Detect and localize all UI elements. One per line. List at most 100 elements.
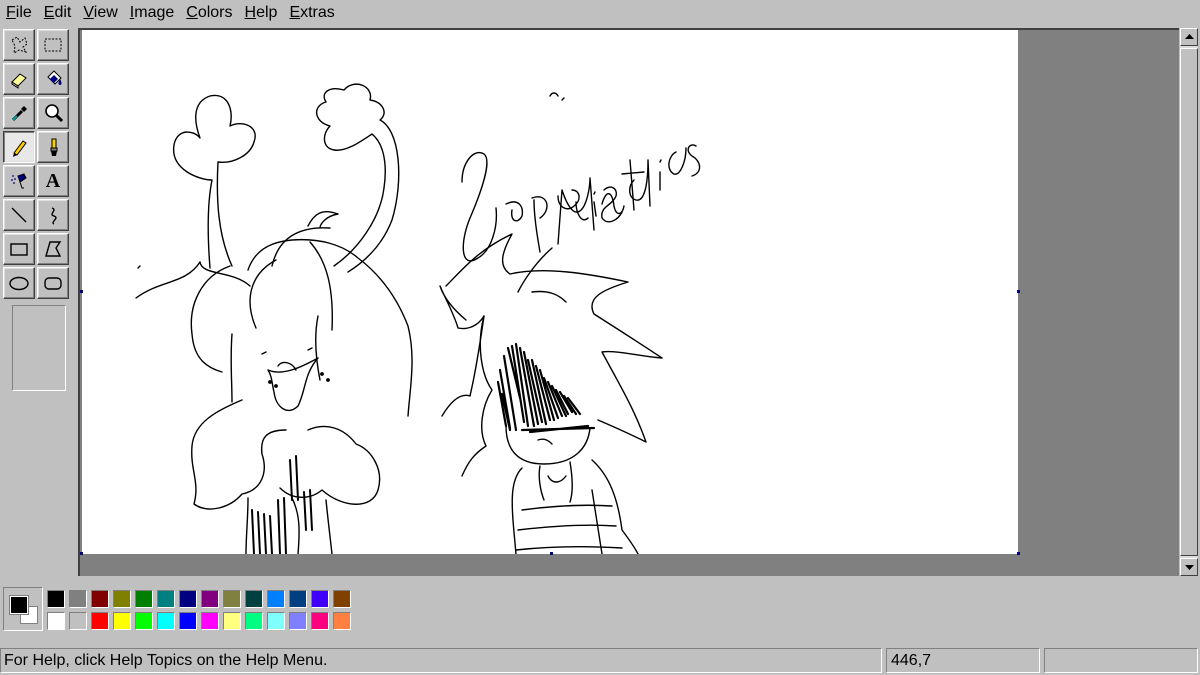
tool-pick-color[interactable] xyxy=(3,97,35,129)
menu-mnemonic: E xyxy=(289,4,301,21)
menu-bar: File Edit View Image Colors Help Extras xyxy=(0,0,1200,26)
drawing-stroke xyxy=(135,261,251,299)
palette-swatch[interactable] xyxy=(267,590,285,608)
rounded-rectangle-icon xyxy=(44,277,62,290)
resize-handle-bottom-left[interactable] xyxy=(80,552,83,555)
palette-swatch[interactable] xyxy=(69,612,87,630)
eyedropper-icon xyxy=(11,106,27,122)
menu-mnemonic: C xyxy=(186,4,198,21)
status-help-text: For Help, click Help Topics on the Help … xyxy=(0,648,882,673)
resize-handle-bottom-right[interactable] xyxy=(1017,552,1020,555)
ellipse-icon xyxy=(9,276,29,291)
drawing-stroke xyxy=(538,461,573,503)
tool-ellipse[interactable] xyxy=(3,267,35,299)
drawing-stroke xyxy=(279,425,381,505)
palette-swatch[interactable] xyxy=(289,612,307,630)
palette-swatch[interactable] xyxy=(289,590,307,608)
palette-swatch[interactable] xyxy=(113,590,131,608)
status-size xyxy=(1044,648,1198,673)
palette-swatch[interactable] xyxy=(245,590,263,608)
palette-swatch[interactable] xyxy=(157,590,175,608)
palette-swatch[interactable] xyxy=(113,612,131,630)
status-bar: For Help, click Help Topics on the Help … xyxy=(0,646,1200,675)
palette-swatch[interactable] xyxy=(245,612,263,630)
menu-label: ile xyxy=(15,4,32,21)
palette-swatch[interactable] xyxy=(311,612,329,630)
resize-handle-left-middle[interactable] xyxy=(80,290,83,293)
menu-label: xtras xyxy=(300,4,335,21)
palette-swatch[interactable] xyxy=(69,590,87,608)
palette-swatch[interactable] xyxy=(91,612,109,630)
menu-file[interactable]: File xyxy=(0,0,38,26)
tool-rectangle[interactable] xyxy=(3,233,35,265)
menu-mnemonic: F xyxy=(6,4,16,21)
palette-swatch[interactable] xyxy=(201,612,219,630)
tool-select[interactable] xyxy=(37,29,69,61)
palette-swatch[interactable] xyxy=(91,590,109,608)
line-icon xyxy=(11,207,27,223)
palette-swatch[interactable] xyxy=(47,612,65,630)
tool-magnifier[interactable] xyxy=(37,97,69,129)
menu-colors[interactable]: Colors xyxy=(180,0,238,26)
tool-free-form-select[interactable] xyxy=(3,29,35,61)
canvas-drawing xyxy=(135,83,701,554)
tool-options-panel[interactable] xyxy=(12,305,66,391)
tool-polygon[interactable] xyxy=(37,233,69,265)
resize-handle-right-middle[interactable] xyxy=(1017,290,1020,293)
scroll-down-button[interactable] xyxy=(1180,558,1198,576)
tool-curve[interactable] xyxy=(37,199,69,231)
menu-mnemonic: E xyxy=(43,4,55,21)
drawing-stroke xyxy=(461,151,645,262)
palette-swatch[interactable] xyxy=(223,612,241,630)
palette-swatch[interactable] xyxy=(135,612,153,630)
magnifier-icon xyxy=(45,104,64,123)
tool-eraser[interactable] xyxy=(3,63,35,95)
paint-bucket-icon xyxy=(47,70,62,85)
palette-swatch[interactable] xyxy=(333,590,351,608)
tool-pencil[interactable] xyxy=(3,131,35,163)
drawing-stroke xyxy=(549,92,565,101)
scrollbar-thumb[interactable] xyxy=(1180,48,1198,556)
polygon-icon xyxy=(45,241,62,257)
tool-airbrush[interactable] xyxy=(3,165,35,197)
menu-mnemonic: H xyxy=(244,4,257,21)
foreground-color-swatch[interactable] xyxy=(10,596,28,614)
tool-line[interactable] xyxy=(3,199,35,231)
palette-swatch[interactable] xyxy=(267,612,285,630)
palette-swatch[interactable] xyxy=(47,590,65,608)
palette-swatch[interactable] xyxy=(223,590,241,608)
menu-edit[interactable]: Edit xyxy=(38,0,78,26)
drawing-stroke xyxy=(316,83,400,273)
scroll-up-button[interactable] xyxy=(1180,28,1198,46)
menu-mnemonic: V xyxy=(83,4,94,21)
tool-fill-with-color[interactable] xyxy=(37,63,69,95)
tool-rounded-rectangle[interactable] xyxy=(37,267,69,299)
resize-handle-bottom-middle[interactable] xyxy=(550,552,553,555)
palette-swatch[interactable] xyxy=(179,612,197,630)
palette-swatch[interactable] xyxy=(333,612,351,630)
current-colors[interactable] xyxy=(3,587,43,631)
drawing-stroke xyxy=(309,241,334,381)
menu-help[interactable]: Help xyxy=(239,0,284,26)
menu-label: olors xyxy=(197,4,233,21)
drawing-stroke xyxy=(251,455,313,554)
palette-swatch[interactable] xyxy=(201,590,219,608)
menu-label: mage xyxy=(134,4,175,21)
palette-swatch[interactable] xyxy=(157,612,175,630)
tool-text[interactable]: A xyxy=(37,165,69,197)
palette-swatch[interactable] xyxy=(311,590,329,608)
palette-swatch[interactable] xyxy=(135,590,153,608)
menu-extras[interactable]: Extras xyxy=(283,0,340,26)
color-palette xyxy=(3,587,363,633)
drawing-stroke xyxy=(271,210,339,267)
tool-brush[interactable] xyxy=(37,131,69,163)
scroll-down-arrow-icon xyxy=(1184,565,1194,570)
menu-image[interactable]: Image xyxy=(124,0,180,26)
drawing-stroke xyxy=(496,342,596,434)
drawing-stroke xyxy=(511,459,639,554)
drawing-canvas[interactable] xyxy=(80,30,1020,555)
menu-view[interactable]: View xyxy=(77,0,123,26)
palette-swatch[interactable] xyxy=(179,590,197,608)
brush-icon xyxy=(50,138,58,156)
vertical-scrollbar[interactable] xyxy=(1180,28,1198,576)
